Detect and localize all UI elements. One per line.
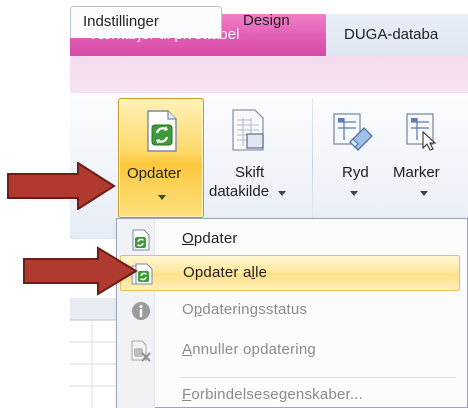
- chevron-down-icon: [350, 191, 358, 196]
- refresh-icon: [147, 110, 177, 152]
- tab-indstillinger[interactable]: Indstillinger: [70, 6, 222, 38]
- annotation-arrow-icon: [7, 162, 116, 210]
- ryd-label: Ryd: [342, 164, 369, 181]
- select-icon: [406, 113, 437, 151]
- eraser-icon: [333, 113, 373, 151]
- menu-item-label: Annuller opdatering: [182, 341, 316, 358]
- skift-datakilde-button[interactable]: Skift datakilde: [205, 98, 291, 218]
- skift-label-line2: datakilde: [209, 183, 270, 200]
- menu-item-annuller-opdatering[interactable]: Annuller opdatering: [120, 333, 460, 369]
- menu-item-label: Forbindelsesegenskaber...: [182, 386, 363, 403]
- ribbon-tab-row: [70, 56, 468, 94]
- menu-item-opdater[interactable]: Opdater: [120, 222, 460, 258]
- chevron-down-icon: [420, 191, 428, 196]
- menu-item-forbindelsesegenskaber[interactable]: Forbindelsesegenskaber...: [120, 378, 460, 408]
- menu-item-opdater-alle[interactable]: Opdater alle: [120, 255, 460, 291]
- cancel-refresh-icon: [131, 340, 151, 362]
- chevron-down-icon: [278, 191, 286, 196]
- menu-item-opdateringsstatus[interactable]: Opdateringsstatus: [120, 293, 460, 329]
- opdater-label: Opdater: [127, 165, 182, 182]
- menu-item-label: Opdateringsstatus: [182, 301, 308, 318]
- marker-button[interactable]: Marker: [389, 98, 468, 218]
- tab-label: Design: [243, 12, 290, 29]
- document-title: DUGA-databa: [344, 26, 439, 43]
- annotation-arrow-icon: [23, 246, 138, 296]
- opdater-button[interactable]: Opdater: [118, 98, 204, 218]
- menu-item-label: Opdater: [182, 230, 238, 247]
- menu-item-label: Opdater alle: [183, 264, 268, 281]
- info-icon: [132, 302, 150, 320]
- tab-label: Indstillinger: [83, 13, 159, 30]
- marker-label: Marker: [393, 164, 440, 181]
- ribbon-group-separator: [312, 98, 313, 228]
- tab-design[interactable]: Design: [243, 6, 313, 38]
- skift-label-line1: Skift: [235, 164, 265, 181]
- chevron-down-icon: [158, 195, 166, 200]
- datasource-icon: [232, 109, 264, 151]
- ryd-button[interactable]: Ryd: [320, 98, 388, 218]
